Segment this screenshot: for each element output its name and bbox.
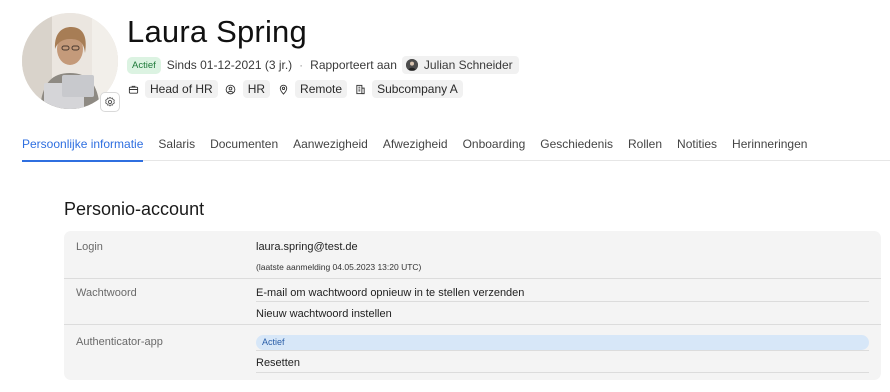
building-icon [354, 83, 366, 95]
location-pin-icon [277, 83, 289, 95]
avatar-settings-button[interactable] [100, 92, 120, 112]
last-login-info: (laatste aanmelding 04.05.2023 13:20 UTC… [256, 262, 422, 272]
manager-name: Julian Schneider [423, 58, 513, 72]
person-circle-icon [225, 83, 237, 95]
account-card: Login laura.spring@test.de (laatste aanm… [64, 231, 881, 380]
row-divider [64, 324, 881, 325]
tab-notes[interactable]: Notities [677, 131, 717, 161]
password-label: Wachtwoord [76, 287, 137, 299]
manager-avatar [405, 59, 418, 71]
tag-office-label: Remote [295, 80, 348, 98]
send-reset-email-link[interactable]: E-mail om wachtwoord opnieuw in te stell… [256, 287, 524, 299]
manager-avatar-icon [405, 59, 418, 71]
tag-department-label: HR [242, 80, 271, 98]
tag-department[interactable]: HR [225, 80, 271, 98]
manager-chip[interactable]: Julian Schneider [401, 56, 519, 74]
employee-meta-row: Actief Sinds 01-12-2021 (3 jr.) · Rappor… [127, 56, 519, 74]
tab-reminders[interactable]: Herinneringen [732, 131, 807, 161]
row-divider [256, 372, 869, 373]
login-email: laura.spring@test.de [256, 241, 358, 253]
tab-attendance[interactable]: Aanwezigheid [293, 131, 368, 161]
employment-since: Sinds 01-12-2021 (3 jr.) [166, 58, 293, 72]
tag-company[interactable]: Subcompany A [354, 80, 463, 98]
tag-position[interactable]: Head of HR [127, 80, 218, 98]
section-title: Personio-account [64, 199, 205, 219]
tab-documents[interactable]: Documenten [210, 131, 278, 161]
login-label: Login [76, 241, 103, 253]
employee-tags: Head of HR HR Remote Subcompany A [127, 80, 470, 98]
authenticator-status-badge: Actief [256, 335, 869, 350]
tag-position-label: Head of HR [145, 80, 218, 98]
row-divider [64, 278, 881, 279]
tab-salary[interactable]: Salaris [158, 131, 195, 161]
status-badge: Actief [127, 56, 161, 74]
settings-gear-icon [105, 96, 115, 107]
reports-to-label: Rapporteert aan [310, 58, 397, 72]
employee-name: Laura Spring [127, 14, 307, 49]
briefcase-icon [127, 83, 139, 95]
tab-history[interactable]: Geschiedenis [540, 131, 613, 161]
tab-absence[interactable]: Afwezigheid [383, 131, 448, 161]
authenticator-label: Authenticator-app [76, 336, 163, 348]
profile-avatar-container [22, 13, 120, 112]
tag-company-label: Subcompany A [372, 80, 463, 98]
tab-roles[interactable]: Rollen [628, 131, 662, 161]
meta-separator: · [299, 58, 304, 72]
tab-onboarding[interactable]: Onboarding [463, 131, 526, 161]
row-divider [256, 350, 869, 351]
set-new-password-link[interactable]: Nieuw wachtwoord instellen [256, 308, 392, 320]
row-divider [256, 301, 869, 302]
profile-tabs: Persoonlijke informatie Salaris Document… [22, 131, 890, 162]
tab-personal-info[interactable]: Persoonlijke informatie [22, 131, 144, 162]
tag-office[interactable]: Remote [277, 80, 348, 98]
authenticator-reset-link[interactable]: Resetten [256, 357, 300, 369]
